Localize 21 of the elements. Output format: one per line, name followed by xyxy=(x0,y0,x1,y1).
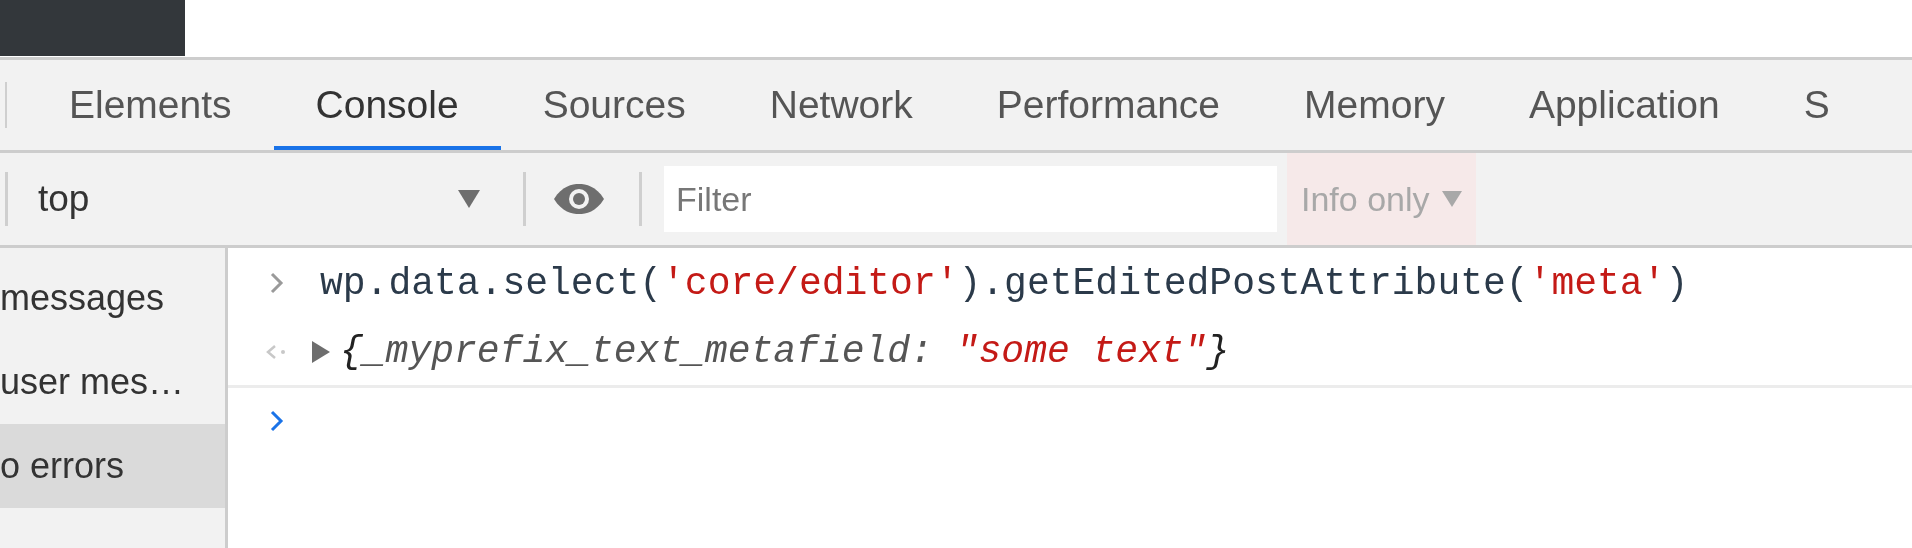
eye-icon[interactable] xyxy=(554,184,604,214)
devtools-tab[interactable]: Application xyxy=(1486,64,1762,150)
sidebar-item[interactable]: messages xyxy=(0,256,225,340)
expand-arrow-icon[interactable] xyxy=(312,340,330,363)
dropdown-arrow-icon xyxy=(458,190,480,208)
devtools-tab[interactable]: Performance xyxy=(954,64,1263,150)
devtools-tab[interactable]: Memory xyxy=(1262,64,1487,150)
dropdown-arrow-icon xyxy=(1441,191,1462,207)
input-prompt-icon[interactable] xyxy=(270,410,284,432)
devtools-tab[interactable]: S xyxy=(1761,64,1872,150)
console-result: {_myprefix_text_metafield: "some text"} xyxy=(340,330,1230,373)
devtools-tab[interactable]: Sources xyxy=(500,64,728,150)
devtools-tab[interactable]: Network xyxy=(727,64,955,150)
context-select[interactable]: top xyxy=(8,178,508,220)
devtools-tab[interactable]: Elements xyxy=(7,64,274,150)
console-command: wp.data.select('core/editor').getEditedPostAttribute('meta') xyxy=(320,261,1689,305)
input-prompt-icon xyxy=(270,272,284,294)
sidebar-item[interactable]: o errors xyxy=(0,424,225,508)
return-arrow-icon xyxy=(265,343,287,360)
sidebar-item[interactable]: user mes… xyxy=(0,340,225,424)
filter-field[interactable]: Filter xyxy=(664,166,1277,232)
